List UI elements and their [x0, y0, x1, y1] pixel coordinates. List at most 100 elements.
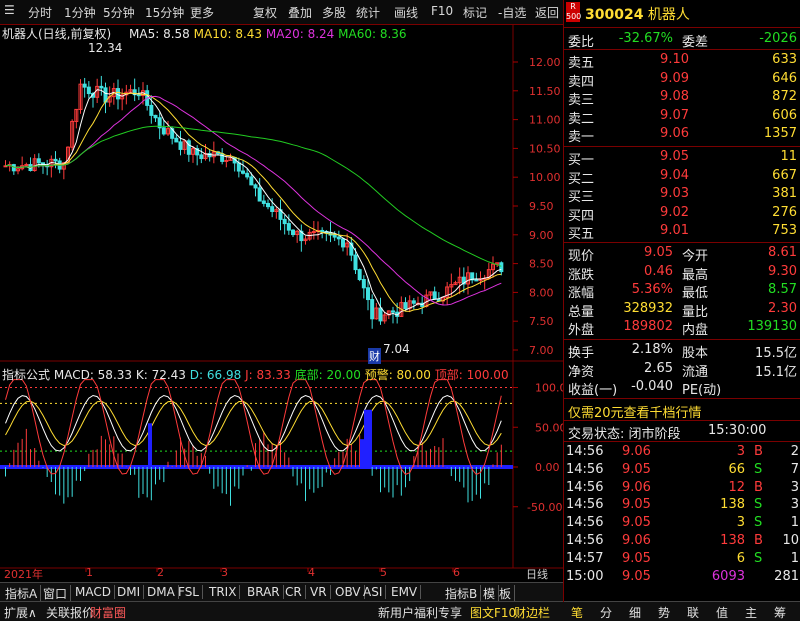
- bottom-tab[interactable]: 财富圈: [90, 604, 126, 621]
- candle-body: [186, 140, 191, 155]
- toolbar-item[interactable]: 画线: [394, 4, 418, 21]
- promo-link[interactable]: 仅需20元查看千档行情: [568, 402, 702, 421]
- tick-price: 9.06: [622, 533, 651, 548]
- indicator-tab[interactable]: 板: [496, 585, 516, 602]
- period-label[interactable]: 日线: [526, 566, 548, 582]
- panel-tab[interactable]: 筹: [774, 604, 786, 621]
- top-toolbar: 分时 1分钟 5分钟 15分钟 更多 复权 叠加 多股 统计 画线 F10 标记 -自选 返回 ☰: [0, 0, 563, 25]
- chart-area[interactable]: 12.00 11.50 11.00 10.50 10.00 9.50 9.00 8.50 8.0…: [0, 24, 567, 582]
- tick-price: 9.05: [622, 497, 651, 513]
- stat-row: 涨幅 5.36% 最低 8.57: [564, 281, 800, 301]
- panel-tab[interactable]: 分: [600, 604, 612, 621]
- tick-count: 2: [790, 444, 799, 459]
- candle-body: [370, 299, 375, 320]
- stock-name: 机器人: [647, 7, 690, 23]
- price-tick-label: 11.00: [529, 114, 561, 127]
- indicator-tab[interactable]: 指标A: [2, 585, 42, 602]
- stat-label: 内盘: [682, 323, 709, 339]
- indicator-tab[interactable]: TRIX: [206, 585, 241, 599]
- toolbar-item[interactable]: 5分钟: [103, 4, 135, 21]
- stat-value: 328932: [623, 300, 673, 316]
- tick-side: S: [754, 550, 763, 566]
- tick-side: B: [754, 533, 763, 548]
- toolbar-item[interactable]: F10: [431, 4, 453, 18]
- status-row: 交易状态: 闭市阶段 15:30:00: [564, 422, 800, 442]
- candle-body: [149, 104, 154, 116]
- panel-tab[interactable]: 联: [687, 604, 699, 621]
- toolbar-item[interactable]: 更多: [190, 4, 214, 21]
- price-tick-label: 8.50: [529, 258, 554, 271]
- tick-price: 9.06: [622, 444, 651, 459]
- indicator-tab[interactable]: DMA: [144, 585, 179, 599]
- indicator-tab[interactable]: FSL: [175, 585, 203, 599]
- panel-tab[interactable]: 主: [745, 604, 757, 621]
- month-label: 4: [308, 566, 315, 579]
- signal-bar: [148, 423, 152, 467]
- bottom-link[interactable]: 新用户福利专享: [378, 604, 462, 621]
- chart-svg[interactable]: 12.0011.5011.0010.5010.009.509.008.508.0…: [0, 24, 567, 580]
- sell-volume: 872: [772, 89, 797, 105]
- low-annotation: 7.04: [383, 342, 410, 356]
- tick-price: 9.05: [622, 568, 651, 584]
- stat-row: 收益(一) -0.040 PE(动): [564, 378, 800, 398]
- sell-price: 9.10: [660, 52, 689, 67]
- bottom-link[interactable]: 图文F10: [470, 604, 516, 621]
- buy-price: 9.04: [660, 167, 689, 183]
- bottom-link[interactable]: 财边栏: [514, 604, 550, 621]
- sell-label: 卖二: [568, 111, 595, 127]
- panel-tab[interactable]: 势: [658, 604, 670, 621]
- candle-body: [257, 187, 262, 202]
- candle-body: [178, 141, 183, 150]
- toolbar-item[interactable]: 叠加: [288, 4, 312, 21]
- bottom-tab[interactable]: 扩展∧: [4, 604, 37, 621]
- price-tick-label: 10.50: [529, 142, 561, 155]
- buy-volume: 276: [772, 204, 797, 220]
- toolbar-item[interactable]: 复权: [253, 4, 277, 21]
- buy-price: 9.02: [660, 204, 689, 220]
- panel-tab[interactable]: 细: [629, 604, 641, 621]
- toolbar-item[interactable]: 多股: [322, 4, 346, 21]
- month-label: 2: [157, 566, 164, 579]
- kline-title: 机器人(日线,前复权) MA5: 8.58 MA10: 8.43 MA20: 8…: [2, 25, 407, 42]
- indicator-tab[interactable]: MACD: [72, 585, 115, 599]
- indicator-tab[interactable]: BRAR: [244, 585, 284, 599]
- high-annotation: 12.34: [88, 41, 123, 55]
- stat-value: 8.61: [768, 245, 797, 260]
- indicator-tab[interactable]: DMI: [114, 585, 145, 599]
- stat-row: 现价 9.05 今开 8.61: [564, 244, 800, 264]
- toolbar-item[interactable]: 1分钟: [64, 4, 96, 21]
- indicator-tab[interactable]: EMV: [388, 585, 422, 599]
- toolbar-item[interactable]: 15分钟: [145, 4, 184, 21]
- toolbar-item[interactable]: 返回: [535, 4, 559, 21]
- panel-tab[interactable]: 笔: [571, 604, 583, 621]
- rong-badge: R 500: [566, 2, 582, 22]
- candle-body: [174, 137, 179, 143]
- menu-icon[interactable]: ☰: [4, 3, 15, 17]
- toolbar-item[interactable]: -自选: [498, 4, 526, 21]
- candle-body: [236, 162, 241, 172]
- toolbar-item[interactable]: 统计: [356, 4, 380, 21]
- tick-count: 281: [774, 568, 799, 584]
- indicator-tab[interactable]: 指标B: [442, 585, 482, 602]
- stat-label: 量比: [682, 304, 709, 320]
- tick-time: 14:56: [566, 461, 604, 477]
- toolbar-item[interactable]: 标记: [463, 4, 487, 21]
- indicator-tab[interactable]: CR: [282, 585, 306, 599]
- buy-volume: 667: [772, 167, 797, 183]
- candle-body: [432, 291, 437, 300]
- toolbar-item[interactable]: 分时: [28, 4, 52, 21]
- indicator-name[interactable]: 指标公式: [2, 368, 50, 382]
- buy-row: 买二 9.04 667: [564, 167, 800, 187]
- indicator-tab[interactable]: ASI: [360, 585, 387, 599]
- buy-volume: 381: [772, 186, 797, 202]
- finance-marker[interactable]: 财: [368, 348, 381, 364]
- indicator-tab[interactable]: 窗口: [40, 585, 72, 602]
- candle-body: [474, 279, 479, 282]
- bottom-tab[interactable]: 关联报价: [46, 604, 94, 621]
- price-tick-label: 7.00: [529, 344, 554, 357]
- buy-price: 9.03: [660, 186, 689, 202]
- stat-value: 2.18%: [631, 342, 673, 357]
- panel-tab[interactable]: 值: [716, 604, 728, 621]
- indicator-tab[interactable]: VR: [307, 585, 331, 599]
- tick-price: 9.06: [622, 479, 651, 495]
